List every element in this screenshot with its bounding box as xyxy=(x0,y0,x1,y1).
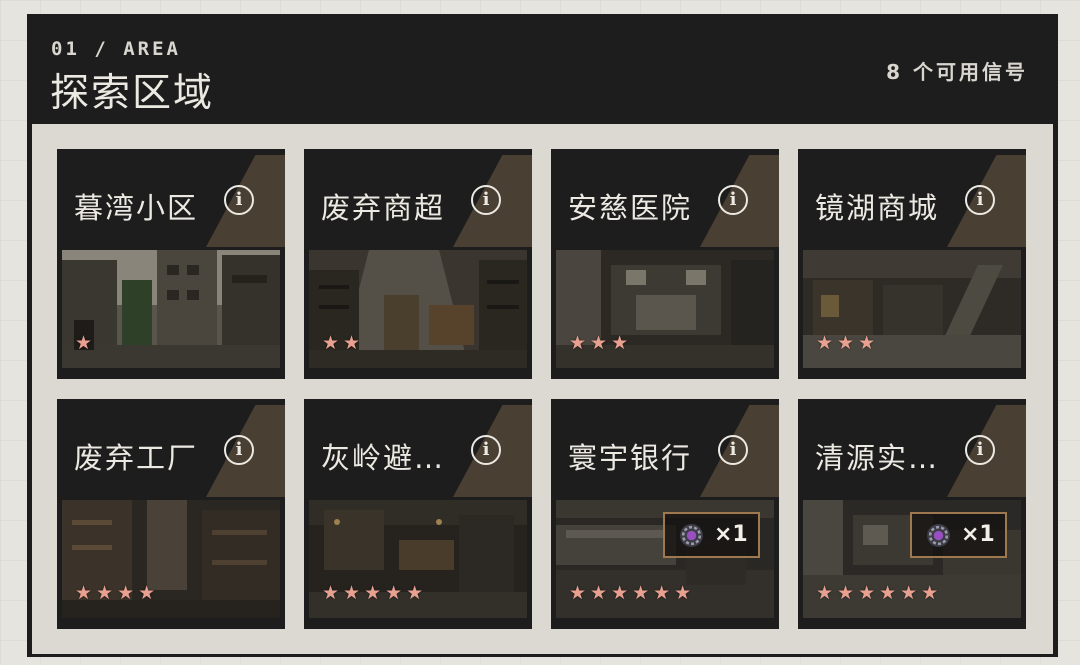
card-header: 安慈医院 i xyxy=(551,149,779,247)
area-name: 清源实… xyxy=(815,441,940,475)
area-name: 废弃商超 xyxy=(321,191,446,225)
reward-badge: ×1 xyxy=(910,512,1007,558)
page-title: 探索区域 xyxy=(50,71,215,116)
area-card-6[interactable]: 寰宇银行 i ×1 ★★★★★★ xyxy=(551,399,779,629)
gear-chip-icon xyxy=(680,524,703,547)
area-name: 寰宇银行 xyxy=(568,441,693,475)
info-icon[interactable]: i xyxy=(718,435,748,465)
area-image: ★ xyxy=(62,250,280,368)
info-icon[interactable]: i xyxy=(471,185,501,215)
area-card-1[interactable]: 废弃商超 i ★★ xyxy=(304,149,532,379)
area-image: ★★★ xyxy=(803,250,1021,368)
card-header: 灰岭避… i xyxy=(304,399,532,497)
area-card-3[interactable]: 镜湖商城 i ★★★ xyxy=(798,149,1026,379)
section-subtitle: 01 / AREA xyxy=(51,38,181,60)
difficulty-stars: ★★★★ xyxy=(75,582,160,604)
info-icon[interactable]: i xyxy=(224,185,254,215)
area-grid: 暮湾小区 i ★ 废弃商超 i ★★ 安慈医院 i ★★★ 镜湖商城 i ★★★… xyxy=(32,124,1053,654)
card-header: 寰宇银行 i xyxy=(551,399,779,497)
area-image: ×1 ★★★★★★ xyxy=(556,500,774,618)
info-icon[interactable]: i xyxy=(965,185,995,215)
area-panel: 01 / AREA 探索区域 8 个可用信号 暮湾小区 i ★ 废弃商超 i ★… xyxy=(27,14,1058,657)
area-card-4[interactable]: 废弃工厂 i ★★★★ xyxy=(57,399,285,629)
difficulty-stars: ★★ xyxy=(322,332,365,354)
area-image: ★★★★★ xyxy=(309,500,527,618)
area-card-0[interactable]: 暮湾小区 i ★ xyxy=(57,149,285,379)
info-icon[interactable]: i xyxy=(718,185,748,215)
difficulty-stars: ★★★ xyxy=(816,332,880,354)
signal-count: 8 个可用信号 xyxy=(886,60,1028,84)
area-card-7[interactable]: 清源实… i ×1 ★★★★★★ xyxy=(798,399,1026,629)
area-image: ★★★ xyxy=(556,250,774,368)
gear-chip-icon xyxy=(927,524,950,547)
info-icon[interactable]: i xyxy=(965,435,995,465)
area-image: ★★★★ xyxy=(62,500,280,618)
area-card-5[interactable]: 灰岭避… i ★★★★★ xyxy=(304,399,532,629)
difficulty-stars: ★★★★★ xyxy=(322,582,428,604)
info-icon[interactable]: i xyxy=(471,435,501,465)
card-header: 暮湾小区 i xyxy=(57,149,285,247)
card-header: 废弃工厂 i xyxy=(57,399,285,497)
card-header: 镜湖商城 i xyxy=(798,149,1026,247)
reward-badge: ×1 xyxy=(663,512,760,558)
reward-count: ×1 xyxy=(961,522,995,547)
difficulty-stars: ★★★★★★ xyxy=(569,582,696,604)
reward-count: ×1 xyxy=(714,522,748,547)
area-card-2[interactable]: 安慈医院 i ★★★ xyxy=(551,149,779,379)
info-icon[interactable]: i xyxy=(224,435,254,465)
area-image: ★★ xyxy=(309,250,527,368)
panel-header: 01 / AREA 探索区域 8 个可用信号 xyxy=(27,14,1058,124)
card-header: 废弃商超 i xyxy=(304,149,532,247)
area-name: 废弃工厂 xyxy=(74,441,199,475)
area-name: 灰岭避… xyxy=(321,441,446,475)
area-image: ×1 ★★★★★★ xyxy=(803,500,1021,618)
difficulty-stars: ★ xyxy=(75,332,97,354)
difficulty-stars: ★★★ xyxy=(569,332,633,354)
area-name: 镜湖商城 xyxy=(815,191,940,225)
difficulty-stars: ★★★★★★ xyxy=(816,582,943,604)
area-name: 暮湾小区 xyxy=(74,191,199,225)
card-header: 清源实… i xyxy=(798,399,1026,497)
area-name: 安慈医院 xyxy=(568,191,693,225)
